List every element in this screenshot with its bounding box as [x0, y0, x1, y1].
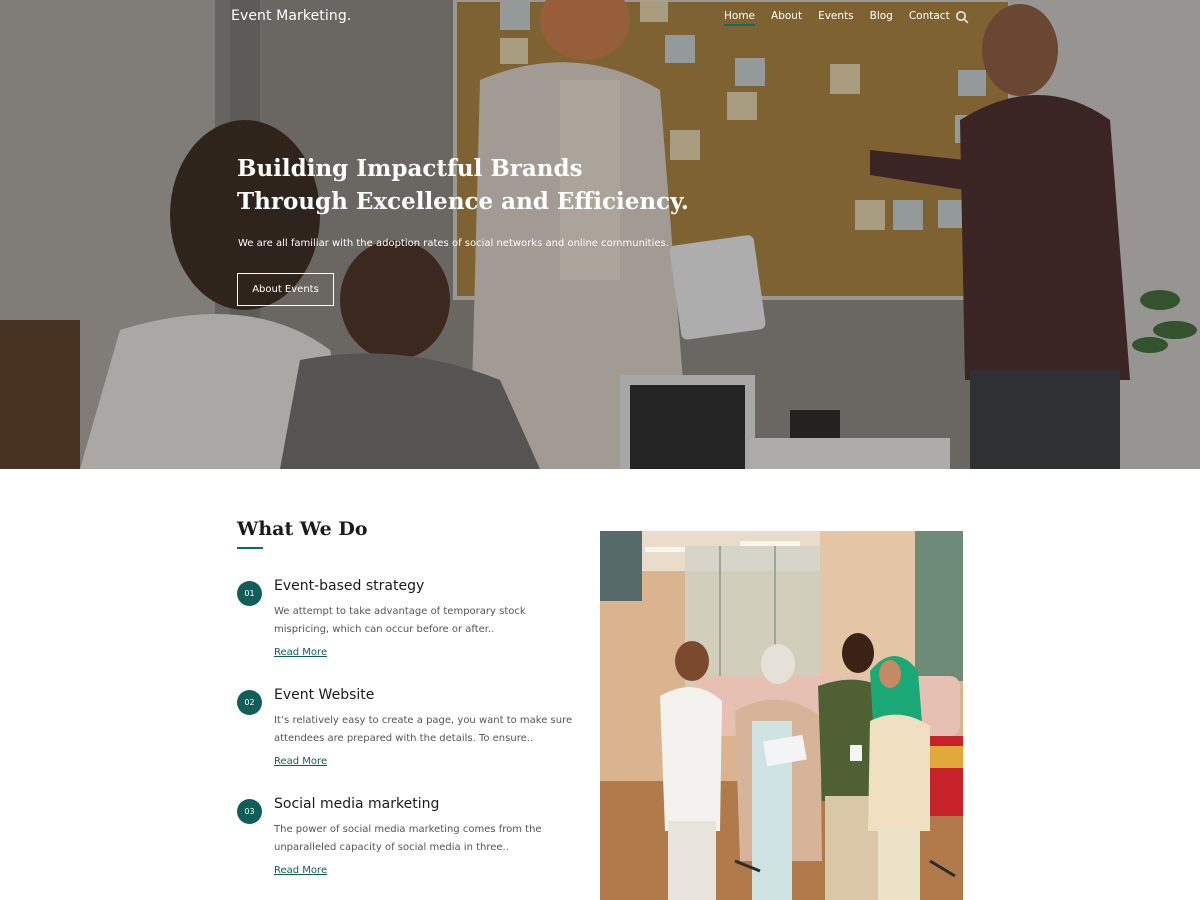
service-number-badge: 03 — [237, 799, 262, 824]
about-events-button[interactable]: About Events — [237, 273, 334, 306]
hero-overlay — [0, 0, 1200, 469]
nav-blog-link[interactable]: Blog — [870, 10, 893, 26]
top-navigation: Event Marketing. Home About Events Blog … — [0, 0, 1200, 34]
nav-contact-link[interactable]: Contact — [909, 10, 950, 26]
section-title: What We Do — [237, 518, 368, 540]
service-number-badge: 01 — [237, 581, 262, 606]
nav-home-link[interactable]: Home — [724, 10, 756, 26]
hero-title: Building Impactful Brands Through Excell… — [237, 155, 689, 215]
nav-about-link[interactable]: About — [771, 10, 802, 26]
read-more-link[interactable]: Read More — [274, 756, 327, 767]
service-description: It’s relatively easy to create a page, y… — [274, 715, 573, 744]
service-title: Event Website — [274, 687, 375, 703]
site-logo[interactable]: Event Marketing. — [231, 8, 351, 24]
service-description: The power of social media marketing come… — [274, 824, 542, 853]
service-title: Event-based strategy — [274, 578, 425, 594]
nav-events-link[interactable]: Events — [818, 10, 854, 26]
main-menu: Home About Events Blog Contact — [724, 10, 966, 26]
service-description: We attempt to take advantage of temporar… — [274, 606, 526, 635]
read-more-link[interactable]: Read More — [274, 647, 327, 658]
team-photo — [600, 531, 963, 900]
search-icon[interactable] — [955, 10, 969, 24]
read-more-link[interactable]: Read More — [274, 865, 327, 876]
service-number-badge: 02 — [237, 690, 262, 715]
hero-banner: Event Marketing. Home About Events Blog … — [0, 0, 1200, 469]
hero-subtitle: We are all familiar with the adoption ra… — [238, 238, 669, 249]
title-underline — [237, 547, 263, 549]
service-title: Social media marketing — [274, 796, 440, 812]
